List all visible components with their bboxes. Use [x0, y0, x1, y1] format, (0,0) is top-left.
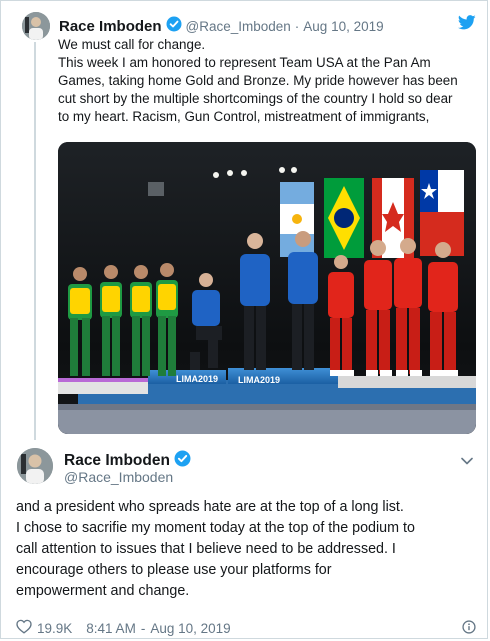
like-count[interactable]: 19.9K [37, 621, 72, 636]
tweet-footer: 19.9K 8:41 AM - Aug 10, 2019 [16, 619, 231, 637]
tweet-line: Games, taking home Gold and Bronze. My p… [58, 73, 458, 88]
author-name[interactable]: Race Imboden [59, 18, 162, 35]
thread-line [34, 42, 36, 440]
tweet-text: and a president who spreads hate are at … [16, 497, 481, 602]
tweet-line: to my heart. Racism, Gun Control, mistre… [58, 109, 430, 124]
tweet-header: Race Imboden @Race_Imboden · Aug 10, 201… [59, 16, 384, 36]
author-handle[interactable]: @Race_Imboden [64, 469, 173, 485]
tweet-line: We must call for change. [58, 37, 206, 52]
tweet-line: cut short by the multiple shortcomings o… [58, 91, 453, 106]
chevron-down-icon[interactable] [461, 452, 473, 470]
tweet-date[interactable]: Aug 10, 2019 [150, 621, 230, 636]
author-handle[interactable]: @Race_Imboden [186, 19, 291, 34]
separator-dot: · [294, 18, 300, 34]
twitter-bird-icon[interactable] [457, 15, 476, 35]
tweet-text: We must call for change. This week I am … [58, 36, 478, 126]
verified-badge-icon [166, 16, 182, 37]
separator: - [140, 620, 146, 636]
tweet-date[interactable]: Aug 10, 2019 [303, 19, 383, 34]
tweet-line: empowerment and change. [16, 583, 190, 599]
avatar[interactable] [22, 12, 50, 40]
heart-icon[interactable] [16, 619, 32, 637]
verified-badge-icon [174, 450, 191, 472]
podium-sign: LIMA2019 [176, 374, 218, 384]
podium-sign: LIMA2019 [238, 375, 280, 385]
author-name[interactable]: Race Imboden [64, 452, 170, 470]
tweet-time[interactable]: 8:41 AM [86, 621, 136, 636]
tweet-line: and a president who spreads hate are at … [16, 499, 404, 515]
info-icon[interactable] [462, 620, 476, 639]
tweet-line: call attention to issues that I believe … [16, 541, 396, 557]
tweet-line: I chose to sacrifie my moment today at t… [16, 520, 415, 536]
avatar[interactable] [17, 448, 53, 484]
tweet-line: encourage others to please use your plat… [16, 562, 332, 578]
tweet-photo[interactable]: LIMA2019 LIMA2019 [58, 142, 476, 434]
tweet-line: This week I am honored to represent Team… [58, 55, 431, 70]
